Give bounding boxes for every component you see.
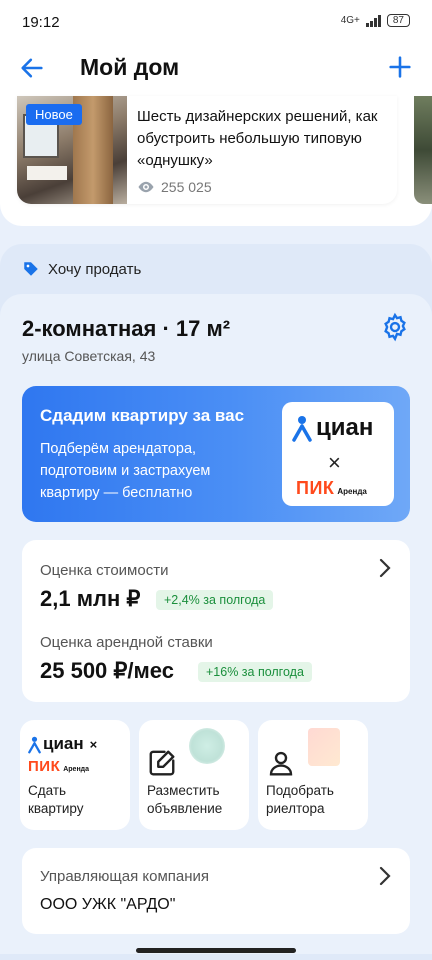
management-label: Управляющая компания [40,868,210,885]
decoration-circle [189,728,225,764]
post-listing-tile[interactable]: Разместить объявление [139,720,249,830]
tag-icon [24,262,38,276]
status-bar: 19:12 4G+ 87 [0,0,432,44]
plus-icon [389,56,411,78]
back-button[interactable] [18,54,46,82]
status-time: 19:12 [22,14,60,31]
rent-estimate-value: 25 500 ₽/мес [40,658,174,683]
tile-pik-text: ПИК [28,758,61,775]
battery-icon: 87 [386,14,410,27]
rent-estimate-label: Оценка арендной ставки [40,634,213,651]
news-image: Новое [17,96,127,204]
pik-logo-text: ПИК [296,478,335,498]
chevron-right-icon [379,866,391,886]
page-title: Мой дом [80,54,180,80]
sell-section: Хочу продать 2-комнатная · 17 м² улица С… [0,244,432,960]
cian-pin-icon [292,416,312,442]
next-news-card-peek[interactable] [414,96,432,204]
eye-icon [138,181,154,193]
rent-out-tile[interactable]: циан × ПИК Аренда Сдать квартиру [20,720,130,830]
chevron-right-icon [379,558,391,578]
arenda-logo-text: Аренда [337,487,367,496]
tile-arenda-text: Аренда [63,766,90,773]
rent-promo-banner[interactable]: Сдадим квартиру за вас Подберём арендато… [22,386,410,522]
news-card[interactable]: Новое Шесть дизайнерских решений, как об… [17,96,397,204]
gear-icon [384,312,406,342]
cian-logo-text: циан [316,414,374,441]
flat-title: 2-комнатная · 17 м² [22,316,231,341]
cian-logo: циан [292,414,373,442]
cian-pik-logo: циан × ПИК Аренда [282,402,394,506]
sell-label: Хочу продать [48,260,142,278]
tile-cian-logo: циан × [28,734,97,754]
find-realtor-label: Подобрать риелтора [266,783,334,816]
promo-title: Сдадим квартиру за вас [40,406,245,425]
cian-pin-icon [28,736,41,753]
valuation-card[interactable]: Оценка стоимости 2,1 млн ₽ +2,4% за полг… [22,540,410,702]
rent-change-badge: +16% за полгода [198,662,312,682]
new-badge: Новое [26,104,82,125]
management-value: ООО УЖК "АРДО" [40,896,176,913]
person-icon [269,751,293,776]
promo-description: Подберём арендатора, подготовим и застра… [40,441,211,501]
flat-address: улица Советская, 43 [22,348,156,364]
signal-icon [365,14,381,27]
news-carousel: Новое Шесть дизайнерских решений, как об… [0,94,432,226]
pik-logo: ПИК Аренда [296,478,367,499]
tile-logo-times: × [89,736,98,752]
post-listing-label: Разместить объявление [147,783,223,816]
settings-button[interactable] [380,312,410,342]
action-tiles: циан × ПИК Аренда Сдать квартиру Размест… [20,720,368,830]
tile-cian-text: циан [43,734,84,753]
flat-card: 2-комнатная · 17 м² улица Советская, 43 … [0,294,432,954]
edit-listing-icon [149,750,175,776]
network-label: 4G+ [340,15,360,26]
news-views: 255 025 [137,178,212,196]
price-estimate-label: Оценка стоимости [40,562,169,579]
add-button[interactable] [386,53,414,81]
logo-times: × [328,450,341,475]
sell-tag: Хочу продать [22,260,141,278]
rent-out-label: Сдать квартиру [28,783,84,816]
app-header: Мой дом [0,44,432,94]
find-realtor-tile[interactable]: Подобрать риелтора [258,720,368,830]
home-indicator[interactable] [136,948,296,953]
decoration-shape [308,728,340,766]
news-title: Шесть дизайнерских решений, как обустрои… [137,108,378,169]
tile-pik-logo: ПИК Аренда [28,758,89,775]
price-change-badge: +2,4% за полгода [156,590,274,610]
views-count: 255 025 [161,179,212,195]
price-estimate-value: 2,1 млн ₽ [40,586,141,611]
arrow-left-icon [21,58,43,78]
status-icons: 4G+ 87 [341,14,410,27]
management-company-card[interactable]: Управляющая компания ООО УЖК "АРДО" [22,848,410,934]
